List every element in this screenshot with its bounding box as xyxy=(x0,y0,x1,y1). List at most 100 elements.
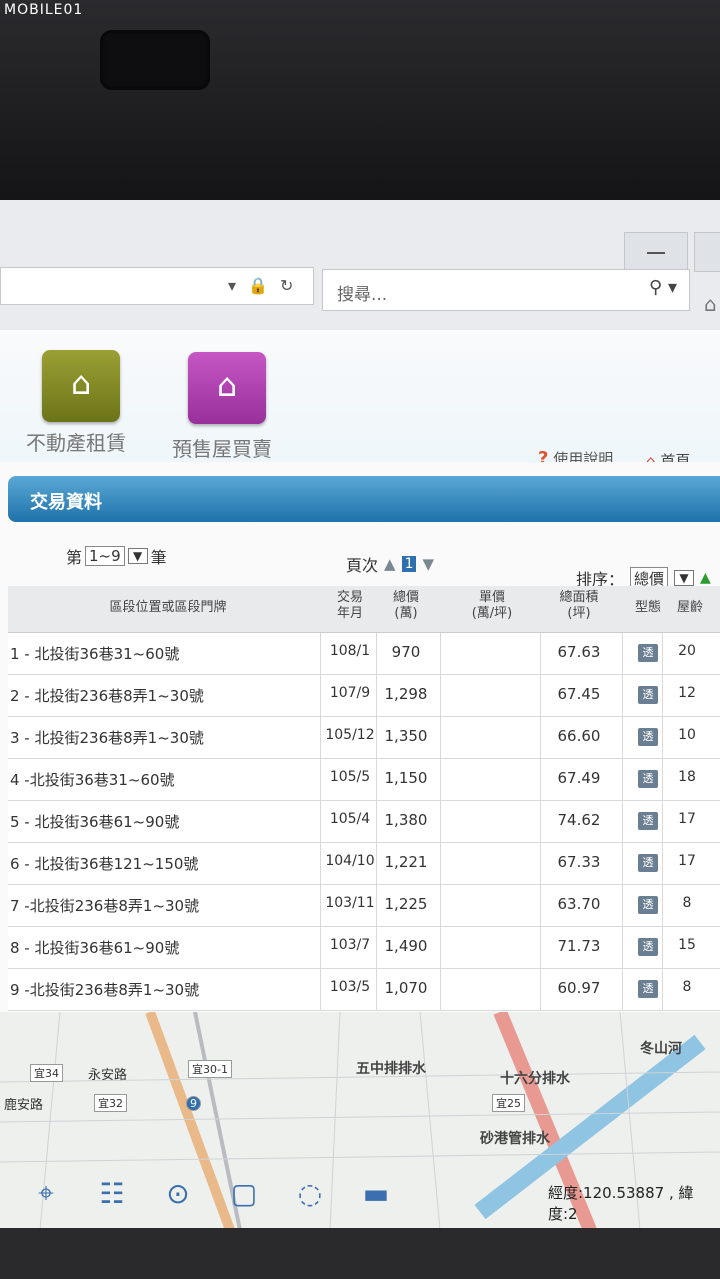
column-divider xyxy=(440,801,441,842)
location-cell: 2 - 北投街236巷8弄1~30號 xyxy=(10,687,204,705)
price-cell: 1,380 xyxy=(384,811,428,829)
water-label: 十六分排水 xyxy=(500,1071,570,1087)
table-row[interactable]: 2 - 北投街236巷8弄1~30號 107/9 1,298 67.45 透 12 xyxy=(8,675,720,717)
table-row[interactable]: 1 - 北投街36巷31~60號 108/1 970 67.63 透 20 xyxy=(8,633,720,675)
column-divider xyxy=(540,843,541,884)
range-select[interactable]: 1~9 xyxy=(85,546,125,566)
search-input[interactable]: 搜尋... xyxy=(337,280,387,305)
table-row[interactable]: 5 - 北投街36巷61~90號 105/4 1,380 74.62 透 17 xyxy=(8,801,720,843)
column-divider xyxy=(440,885,441,926)
date-cell: 103/11 xyxy=(325,895,375,911)
watermark: MOBILE01 xyxy=(4,2,84,18)
column-divider xyxy=(376,675,377,716)
table-row[interactable]: 7 -北投街236巷8弄1~30號 103/11 1,225 63.70 透 8 xyxy=(8,885,720,927)
select-circle-icon[interactable]: ◌ xyxy=(286,1172,334,1214)
coordinate-readout: 經度:120.53887 , 緯度:2 xyxy=(548,1184,694,1223)
rent-tile[interactable]: ⌂ xyxy=(42,350,120,422)
map-view[interactable]: 宜34 永安路 宜30-1 鹿安路 宜32 9 五中排排水 十六分排水 宜25 … xyxy=(0,1012,720,1230)
date-cell: 104/10 xyxy=(325,853,375,869)
sort-asc-icon[interactable]: ▲ xyxy=(700,570,711,586)
column-divider xyxy=(320,927,321,968)
pin-icon[interactable]: ⊙ xyxy=(154,1172,202,1214)
column-divider xyxy=(320,801,321,842)
age-cell: 12 xyxy=(678,685,696,701)
price-cell: 1,150 xyxy=(384,769,428,787)
date-cell: 108/1 xyxy=(329,643,371,659)
date-cell: 107/9 xyxy=(329,685,371,701)
column-divider xyxy=(662,927,663,968)
table-row[interactable]: 4 -北投街36巷31~60號 105/5 1,150 67.49 透 18 xyxy=(8,759,720,801)
table-row[interactable]: 8 - 北投街36巷61~90號 103/7 1,490 71.73 透 15 xyxy=(8,927,720,969)
column-divider xyxy=(376,759,377,800)
column-divider xyxy=(622,885,623,926)
select-area-icon[interactable]: ▢ xyxy=(220,1172,268,1214)
price-cell: 1,350 xyxy=(384,727,428,745)
column-divider xyxy=(320,633,321,674)
route-label: 宜32 xyxy=(94,1094,127,1112)
location-cell: 7 -北投街236巷8弄1~30號 xyxy=(10,897,200,915)
table-row[interactable]: 9 -北投街236巷8弄1~30號 103/5 1,070 60.97 透 8 xyxy=(8,969,720,1011)
chevron-down-icon[interactable]: ▼ xyxy=(127,548,148,564)
address-actions: ▾ 🔒 ↻ xyxy=(228,270,310,300)
chevron-down-icon[interactable]: ▼ xyxy=(674,570,695,586)
locate-icon[interactable]: ⌖ xyxy=(22,1172,70,1214)
column-divider xyxy=(440,717,441,758)
refresh-icon[interactable]: ↻ xyxy=(280,276,293,295)
column-divider xyxy=(440,675,441,716)
transaction-panel: 交易資料 第 1~9 ▼ 筆 頁次 ▲ 1 ▼ 排序： 總價 ▼ ▲ 區段位置或… xyxy=(0,462,720,1012)
column-divider xyxy=(540,633,541,674)
age-cell: 15 xyxy=(678,937,696,953)
column-divider xyxy=(622,927,623,968)
column-divider xyxy=(540,885,541,926)
area-cell: 67.33 xyxy=(557,853,601,871)
type-cell: 透 xyxy=(638,770,658,788)
area-cell: 67.63 xyxy=(557,643,601,661)
column-divider xyxy=(320,885,321,926)
location-cell: 6 - 北投街36巷121~150號 xyxy=(10,855,199,873)
age-cell: 8 xyxy=(682,979,692,995)
location-cell: 1 - 北投街36巷31~60號 xyxy=(10,645,180,663)
column-divider xyxy=(622,675,623,716)
location-cell: 8 - 北投街36巷61~90號 xyxy=(10,939,180,957)
presale-tile-label[interactable]: 預售屋買賣 xyxy=(172,433,272,462)
house-rent-icon: ⌂ xyxy=(70,364,92,402)
table-header: 區段位置或區段門牌 交易 年月 總價 (萬) 單價 (萬/坪) 總面積 (坪) … xyxy=(8,586,720,633)
column-divider xyxy=(662,675,663,716)
col-area[interactable]: 總面積 (坪) xyxy=(544,590,614,622)
date-cell: 105/5 xyxy=(329,769,371,785)
presale-tile[interactable]: ⌂ xyxy=(188,352,266,424)
search-icon[interactable]: ⚲ ▾ xyxy=(649,277,677,298)
device-bezel-bottom xyxy=(0,1228,720,1279)
column-divider xyxy=(622,759,623,800)
camera-housing xyxy=(100,30,210,90)
current-page[interactable]: 1 xyxy=(401,556,417,572)
col-unit-price[interactable]: 單價 (萬/坪) xyxy=(444,590,540,622)
location-cell: 5 - 北投街36巷61~90號 xyxy=(10,813,180,831)
column-divider xyxy=(320,969,321,1010)
road-label: 永安路 xyxy=(88,1068,128,1083)
area-cell: 74.62 xyxy=(557,811,601,829)
type-cell: 透 xyxy=(638,938,658,956)
column-divider xyxy=(540,927,541,968)
area-cell: 66.60 xyxy=(557,727,601,745)
maximize-button[interactable] xyxy=(694,232,720,272)
next-page-icon[interactable]: ▼ xyxy=(422,555,434,573)
col-age[interactable]: 屋齡 xyxy=(670,600,710,616)
prev-page-icon[interactable]: ▲ xyxy=(384,555,396,573)
water-label: 五中排排水 xyxy=(356,1061,426,1077)
dropdown-arrow-icon[interactable]: ▾ xyxy=(228,276,236,295)
col-date[interactable]: 交易 年月 xyxy=(324,590,376,622)
home-icon[interactable]: ⌂ xyxy=(704,292,717,316)
print-icon[interactable]: ▬ xyxy=(352,1172,400,1214)
column-divider xyxy=(622,969,623,1010)
panel-title: 交易資料 xyxy=(30,492,102,513)
age-cell: 17 xyxy=(678,811,696,827)
record-range: 第 1~9 ▼ 筆 xyxy=(66,544,167,568)
layers-icon[interactable]: ☷ xyxy=(88,1172,136,1214)
rent-tile-label[interactable]: 不動產租賃 xyxy=(26,427,126,456)
table-row[interactable]: 6 - 北投街36巷121~150號 104/10 1,221 67.33 透 17 xyxy=(8,843,720,885)
table-row[interactable]: 3 - 北投街236巷8弄1~30號 105/12 1,350 66.60 透 10 xyxy=(8,717,720,759)
minimize-button[interactable] xyxy=(624,232,688,272)
col-total-price[interactable]: 總價 (萬) xyxy=(376,590,436,622)
search-box[interactable]: 搜尋... ⚲ ▾ xyxy=(322,269,690,311)
